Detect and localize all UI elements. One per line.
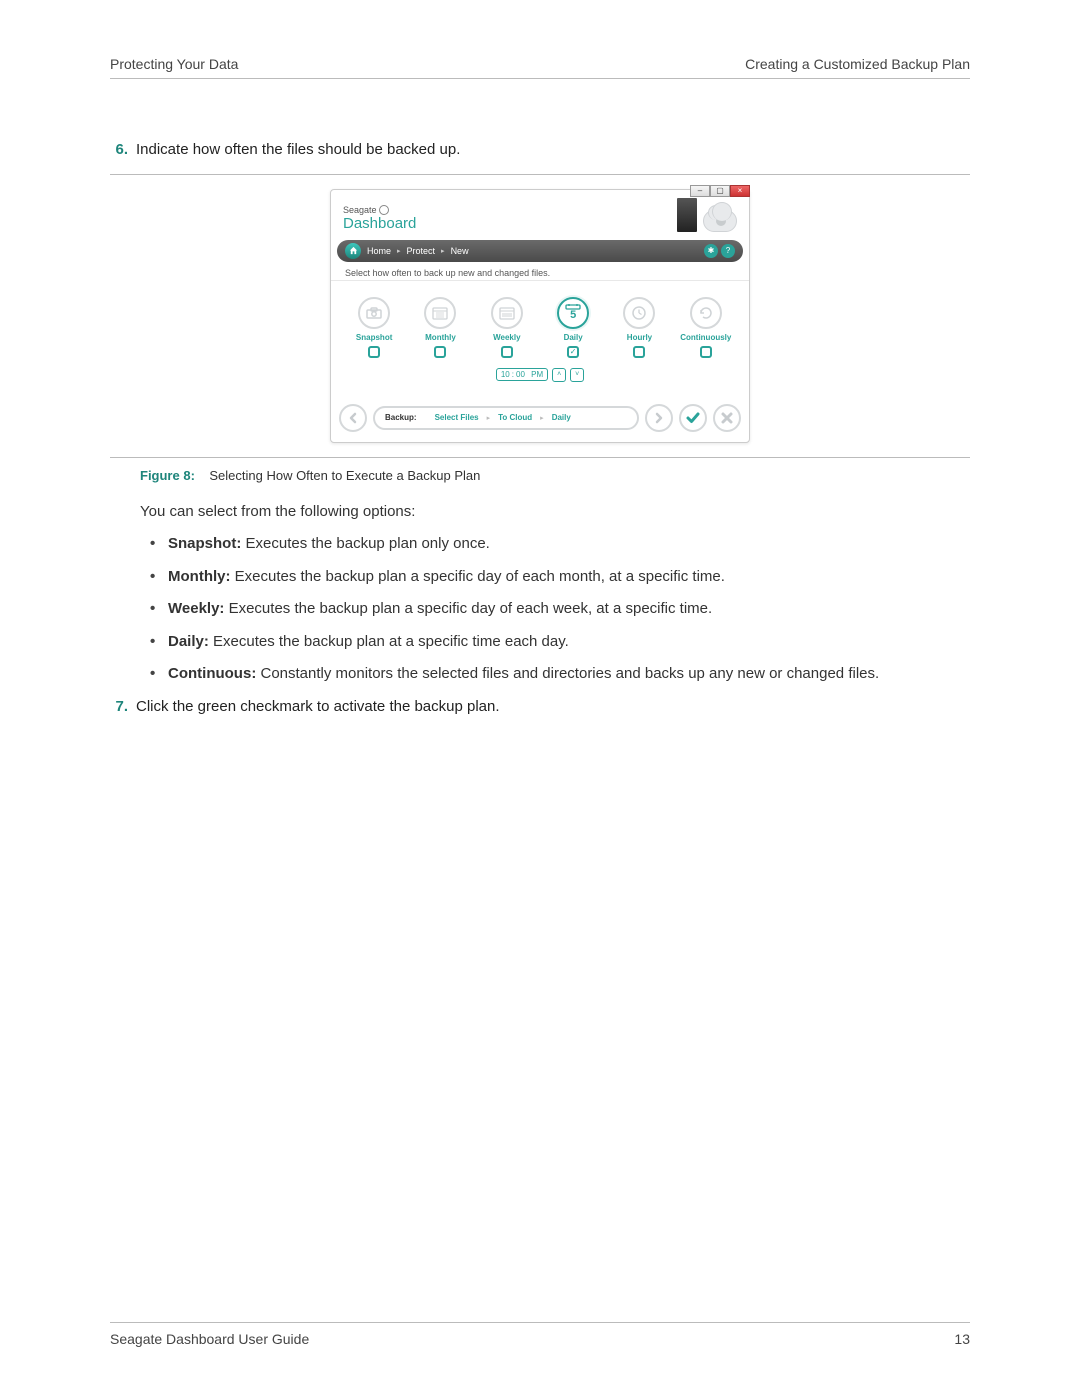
freq-hourly-checkbox[interactable] (633, 346, 645, 358)
option-snapshot-name: Snapshot: (168, 535, 241, 552)
breadcrumb: Home ▸ Protect ▸ New ✱ ? (337, 240, 743, 262)
freq-continuously[interactable]: Continuously (678, 297, 734, 358)
clock-icon (623, 297, 655, 329)
option-monthly: Monthly: Executes the backup plan a spec… (140, 566, 970, 589)
calendar-day-icon: 5 (557, 297, 589, 329)
calendar-month-icon (424, 297, 456, 329)
pill-step-2[interactable]: To Cloud (490, 413, 540, 422)
freq-hourly[interactable]: Hourly (611, 297, 667, 358)
brand-subtitle: Dashboard (343, 215, 416, 232)
home-icon[interactable] (345, 243, 361, 259)
option-snapshot-desc: Executes the backup plan only once. (241, 535, 490, 552)
figure-caption-text: Selecting How Often to Execute a Backup … (209, 468, 480, 483)
step-7-text: Click the green checkmark to activate th… (136, 696, 970, 719)
breadcrumb-new[interactable]: New (451, 246, 469, 256)
freq-daily[interactable]: 5 Daily ✓ (545, 297, 601, 358)
options-intro: You can select from the following option… (110, 501, 970, 524)
freq-hourly-label: Hourly (627, 333, 652, 342)
refresh-icon (690, 297, 722, 329)
next-button[interactable] (645, 404, 673, 432)
page-footer: Seagate Dashboard User Guide 13 (110, 1322, 970, 1347)
time-display[interactable]: 10 : 00 PM (496, 368, 548, 381)
freq-daily-label: Daily (564, 333, 583, 342)
freq-daily-checkbox[interactable]: ✓ (567, 346, 579, 358)
freq-weekly[interactable]: Weekly (479, 297, 535, 358)
close-button[interactable]: × (730, 185, 750, 197)
seagate-logo-icon (379, 205, 389, 215)
freq-weekly-label: Weekly (493, 333, 520, 342)
option-weekly: Weekly: Executes the backup plan a speci… (140, 598, 970, 621)
drive-icon[interactable] (677, 198, 697, 232)
option-monthly-name: Monthly: (168, 568, 230, 585)
frequency-options: Snapshot Monthly Weekly (331, 281, 749, 362)
brand: Seagate Dashboard (343, 205, 416, 232)
time-minute: 00 (516, 370, 525, 379)
time-up-button[interactable]: ˄ (552, 368, 566, 382)
seagate-dashboard-window: – ▢ × Seagate Dashboard (330, 189, 750, 443)
freq-weekly-checkbox[interactable] (501, 346, 513, 358)
footer-page-number: 13 (954, 1331, 970, 1347)
chevron-right-icon: ▸ (397, 247, 401, 255)
calendar-day-number: 5 (570, 310, 576, 321)
chevron-right-icon: ▸ (441, 247, 445, 255)
step-7: 7. Click the green checkmark to activate… (110, 696, 970, 719)
time-picker: 10 : 00 PM ˄ ˅ (331, 362, 749, 398)
footer-left: Seagate Dashboard User Guide (110, 1331, 309, 1347)
pill-step-1[interactable]: Select Files (427, 413, 487, 422)
pill-step-3[interactable]: Daily (544, 413, 579, 422)
divider (110, 174, 970, 175)
wizard-bottom-bar: Backup: Select Files ▸ To Cloud ▸ Daily (331, 398, 749, 442)
freq-continuously-label: Continuously (680, 333, 731, 342)
confirm-button[interactable] (679, 404, 707, 432)
cloud-icon[interactable] (703, 210, 737, 232)
time-down-button[interactable]: ˅ (570, 368, 584, 382)
option-weekly-name: Weekly: (168, 600, 224, 617)
option-continuous-name: Continuous: (168, 665, 256, 682)
option-weekly-desc: Executes the backup plan a specific day … (224, 600, 712, 617)
pill-label: Backup: (375, 413, 427, 422)
step-6: 6. Indicate how often the files should b… (110, 139, 970, 162)
settings-icon[interactable]: ✱ (704, 244, 718, 258)
prev-button[interactable] (339, 404, 367, 432)
freq-monthly-label: Monthly (425, 333, 456, 342)
calendar-week-icon (491, 297, 523, 329)
option-daily-name: Daily: (168, 633, 209, 650)
maximize-button[interactable]: ▢ (710, 185, 730, 197)
help-icon[interactable]: ? (721, 244, 735, 258)
step-6-number: 6. (110, 139, 128, 162)
header-right: Creating a Customized Backup Plan (745, 56, 970, 72)
freq-monthly[interactable]: Monthly (412, 297, 468, 358)
divider (110, 457, 970, 458)
step-7-number: 7. (110, 696, 128, 719)
header-left: Protecting Your Data (110, 56, 238, 72)
freq-snapshot-label: Snapshot (356, 333, 392, 342)
figure-caption: Figure 8: Selecting How Often to Execute… (110, 468, 970, 483)
page-header: Protecting Your Data Creating a Customiz… (110, 56, 970, 79)
time-sep: : (512, 370, 514, 379)
option-daily-desc: Executes the backup plan at a specific t… (209, 633, 569, 650)
freq-monthly-checkbox[interactable] (434, 346, 446, 358)
freq-snapshot-checkbox[interactable] (368, 346, 380, 358)
time-ampm: PM (531, 370, 543, 379)
freq-continuously-checkbox[interactable] (700, 346, 712, 358)
instruction-text: Select how often to back up new and chan… (331, 262, 749, 281)
step-6-text: Indicate how often the files should be b… (136, 139, 970, 162)
options-list: Snapshot: Executes the backup plan only … (110, 533, 970, 686)
option-daily: Daily: Executes the backup plan at a spe… (140, 631, 970, 654)
brand-name-text: Seagate (343, 205, 377, 215)
wizard-steps-pill: Backup: Select Files ▸ To Cloud ▸ Daily (373, 406, 639, 430)
freq-snapshot[interactable]: Snapshot (346, 297, 402, 358)
window-titlebar: – ▢ × (690, 185, 750, 197)
figure-label: Figure 8: (140, 468, 195, 483)
cancel-button[interactable] (713, 404, 741, 432)
breadcrumb-protect[interactable]: Protect (407, 246, 436, 256)
option-continuous-desc: Constantly monitors the selected files a… (256, 665, 879, 682)
option-monthly-desc: Executes the backup plan a specific day … (230, 568, 724, 585)
option-snapshot: Snapshot: Executes the backup plan only … (140, 533, 970, 556)
camera-icon (358, 297, 390, 329)
breadcrumb-home[interactable]: Home (367, 246, 391, 256)
time-hour: 10 (501, 370, 510, 379)
option-continuous: Continuous: Constantly monitors the sele… (140, 663, 970, 686)
minimize-button[interactable]: – (690, 185, 710, 197)
